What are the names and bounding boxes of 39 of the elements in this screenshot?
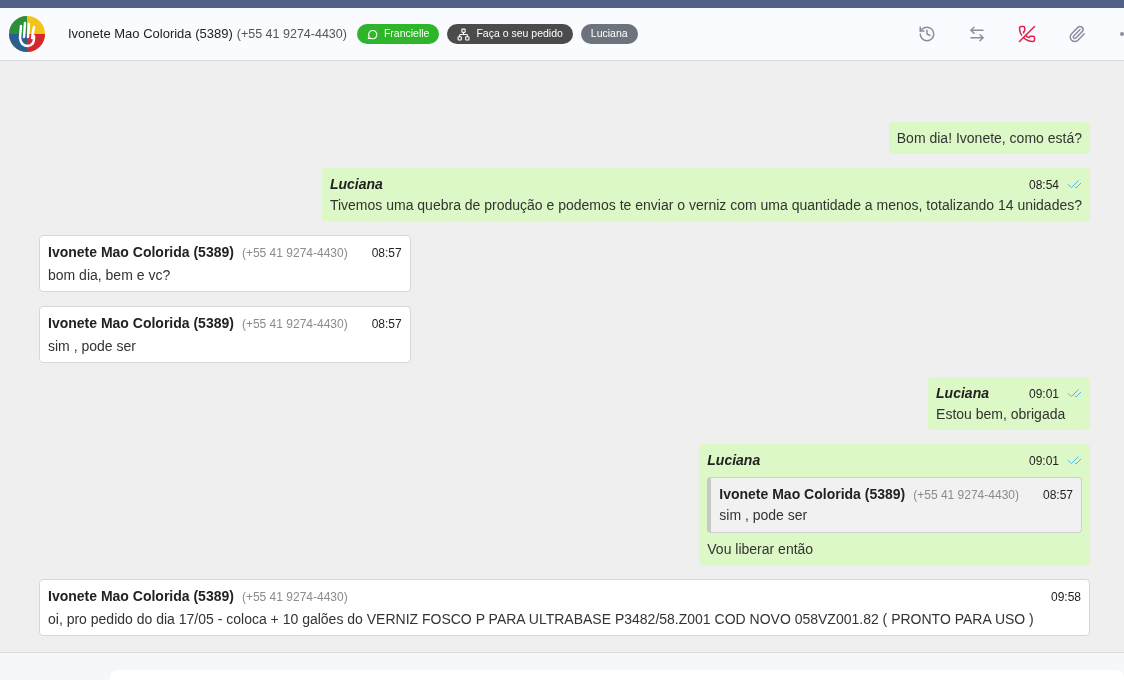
message-time: 09:01 [1028,385,1059,403]
message-text: Tivemos uma quebra de produção e podemos te enviar o verniz com uma quantidade a menos, totalizando 14 unidades? [329,196,1082,215]
paperclip-icon [1068,25,1086,43]
sender-name: Luciana [936,384,989,403]
hierarchy-icon [457,27,471,41]
message-text: Estou bem, obrigada [936,405,1067,424]
contact-tag: Francielle [356,24,440,44]
sender-name: Ivonete Mao Colorida (5389) [48,243,234,262]
sender-name: Luciana [329,175,383,194]
sender-name: Ivonete Mao Colorida (5389) [48,587,234,606]
message-text: Vou liberar então [707,540,815,559]
hand-logo-icon [9,16,45,52]
sender-phone: (+55 41 9274-4430) [241,245,348,262]
sender-phone: (+55 41 9274-4430) [241,589,348,606]
message-time: 08:57 [371,316,402,333]
message-text: Bom dia! Ivonete, como está? [896,129,1082,148]
message-time: 08:57 [371,245,402,262]
contact-tag: Faça o seu pedido [447,24,573,44]
more-icon [1120,32,1124,36]
swap-arrows-icon [968,25,986,43]
message-time: 08:54 [1028,176,1059,194]
contact-tag: Luciana [580,24,638,44]
message-text: oi, pro pedido do dia 17/05 - coloca + 10 galões do VERNIZ FOSCO P PARA ULTRABASE P3482/58.Z001 COD NOVO 058VZ001.82 ( PRONTO PARA USO ) [48,610,1035,629]
contact-name: Ivonete Mao Colorida (5389) [68,25,233,44]
sender-phone: (+55 41 9274-4430) [913,487,1019,504]
contact-phone: (+55 41 9274-4430) [236,25,347,43]
sender-name: Ivonete Mao Colorida (5389) [719,485,906,504]
history-icon [918,25,936,43]
message-text: sim , pode ser [48,337,137,356]
sender-name: Ivonete Mao Colorida (5389) [48,314,234,333]
message-time: 09:01 [1028,452,1059,470]
message-time: 09:58 [1050,589,1081,606]
quoted-text: sim , pode ser [719,506,809,525]
sender-phone: (+55 41 9274-4430) [241,316,348,333]
message-time: 08:57 [1042,487,1073,504]
message-text: bom dia, bem e vc? [48,266,172,285]
phone-off-icon [1018,25,1036,43]
sender-name: Luciana [707,451,761,470]
chat-bubble-icon [366,28,378,40]
